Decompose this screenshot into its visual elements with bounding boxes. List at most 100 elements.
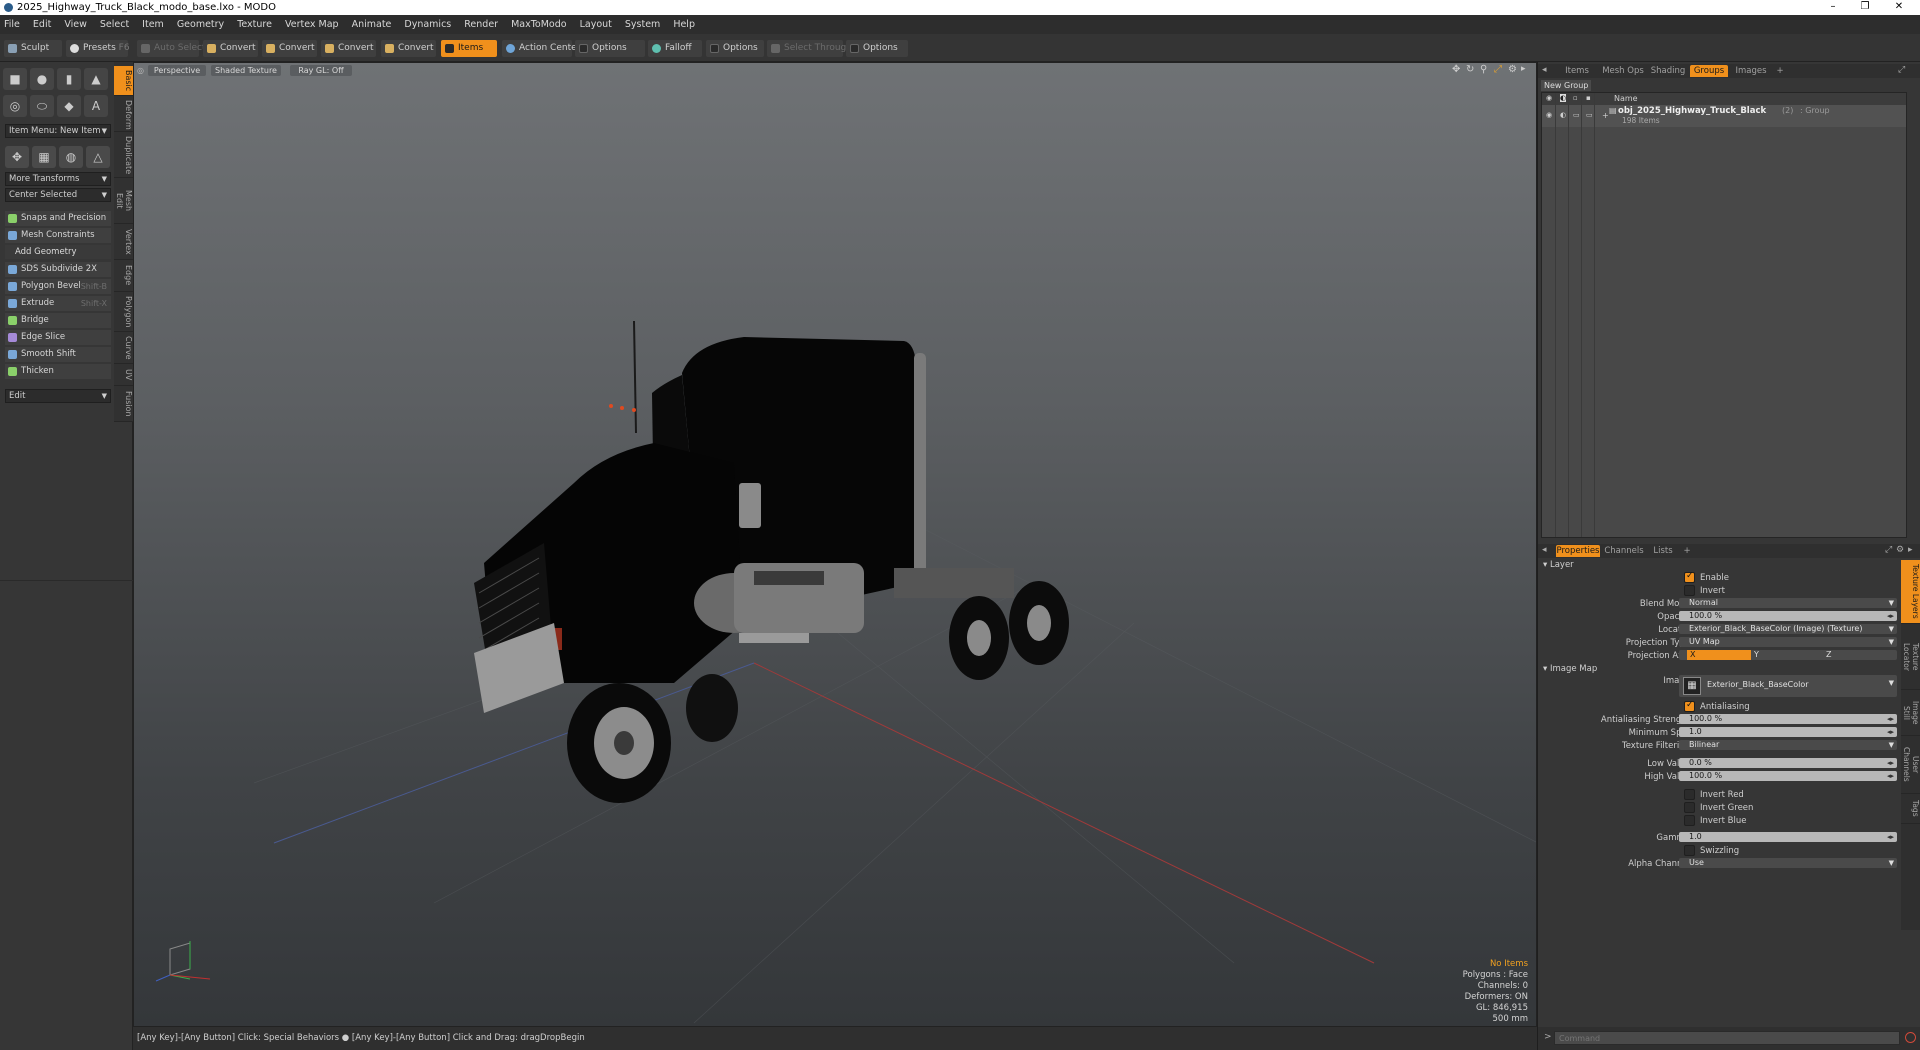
text-icon[interactable]: A [84,95,108,117]
menu-select[interactable]: Select [100,19,129,30]
aa-strength-field[interactable]: 100.0 % ◂▸ [1679,714,1897,724]
stepper-icon[interactable]: ◂▸ [1887,727,1894,737]
invert-checkbox[interactable] [1684,585,1695,596]
select-toggle-icon[interactable]: ▭ [1586,111,1593,119]
stepper-icon[interactable]: ◂▸ [1887,611,1894,621]
tab-properties[interactable]: Properties [1556,545,1600,557]
invert-red-checkbox[interactable] [1684,789,1695,800]
layer-section-header[interactable]: ▾ Layer [1543,560,1574,570]
projection-type-select[interactable]: UV Map ▼ [1679,637,1897,647]
tab-channels[interactable]: Channels [1603,545,1645,557]
sphere-icon[interactable]: ● [30,68,54,90]
truck-model[interactable] [474,320,1069,803]
grid-icon[interactable]: ▦ [32,146,56,168]
falloff-button[interactable]: Falloff [648,40,702,57]
globe-icon[interactable]: ◍ [59,146,83,168]
invert-green-checkbox[interactable] [1684,802,1695,813]
texture-filtering-select[interactable]: Bilinear ▼ [1679,740,1897,750]
tab-uv[interactable]: UV [114,364,133,386]
axis-x-button[interactable]: X [1687,650,1751,660]
alpha-channel-select[interactable]: Use ▼ [1679,858,1897,868]
tab-mesh-ops[interactable]: Mesh Ops [1600,65,1646,77]
options-button-1[interactable]: Options [575,40,645,57]
blend-mode-select[interactable]: Normal ▼ [1679,598,1897,608]
tab-vertex[interactable]: Vertex [114,224,133,260]
menu-render[interactable]: Render [464,19,498,30]
record-icon[interactable] [1905,1032,1916,1043]
tab-texture-locator[interactable]: Texture Locator [1901,624,1920,690]
visibility-toggle-icon[interactable]: ◉ [1546,111,1552,119]
select-icon[interactable]: ▪ [1586,94,1591,102]
menu-maxtomodo[interactable]: MaxToModo [511,19,567,30]
sculpt-button[interactable]: Sculpt [4,40,62,57]
close-button[interactable]: ✕ [1884,0,1914,15]
invert-blue-checkbox[interactable] [1684,815,1695,826]
add-tab-button[interactable]: + [1681,545,1693,557]
menu-help[interactable]: Help [673,19,695,30]
smooth-shift-button[interactable]: Smooth Shift [5,347,111,362]
stepper-icon[interactable]: ◂▸ [1887,714,1894,724]
menu-file[interactable]: File [4,19,20,30]
axis-y-button[interactable]: Y [1751,650,1823,660]
torus-icon[interactable]: ◎ [3,95,27,117]
render-toggle-icon[interactable]: ◐ [1560,111,1566,119]
tab-groups[interactable]: Groups [1690,65,1728,77]
action-center-button[interactable]: Action Center [502,40,580,57]
tab-polygon[interactable]: Polygon [114,292,133,332]
group-row[interactable]: ◉ ◐ ▭ ▭ + ▤ obj_2025_Highway_Truck_Black… [1542,105,1906,127]
mesh-constraints-button[interactable]: Mesh Constraints [5,228,111,243]
command-input[interactable] [1554,1031,1900,1045]
maximize-button[interactable]: ❐ [1850,0,1880,15]
sds-subdivide-button[interactable]: SDS Subdivide 2X [5,262,111,277]
enable-checkbox[interactable] [1684,571,1695,583]
minimize-button[interactable]: – [1818,0,1848,15]
options-button-2[interactable]: Options [706,40,764,57]
tab-tags[interactable]: Tags [1901,794,1920,824]
lock-icon[interactable]: ▫ [1573,94,1578,102]
tab-duplicate[interactable]: Duplicate [114,132,133,178]
swizzling-checkbox[interactable] [1684,845,1695,856]
menu-vertex-map[interactable]: Vertex Map [285,19,339,30]
tab-lists[interactable]: Lists [1648,545,1678,557]
item-menu-dropdown[interactable]: Item Menu: New Item ▼ [5,124,111,138]
tab-user-channels[interactable]: User Channels [1901,736,1920,794]
tab-image-still[interactable]: Image Still [1901,690,1920,736]
menu-animate[interactable]: Animate [352,19,392,30]
gamma-field[interactable]: 1.0 ◂▸ [1679,832,1897,842]
tab-items[interactable]: Items [1556,65,1598,77]
tab-texture-layers[interactable]: Texture Layers [1901,560,1920,624]
expand-icon[interactable]: ⤢ [1885,545,1892,555]
convert-button-3[interactable]: Convert [321,40,376,57]
capsule-icon[interactable]: ⬭ [30,95,54,117]
eye-icon[interactable]: ◉ [1546,94,1552,102]
3d-viewport[interactable]: ◎ Perspective Shaded Texture Ray GL: Off… [133,62,1537,1027]
items-mode-button[interactable]: Items [441,40,497,57]
opacity-field[interactable]: 100.0 % ◂▸ [1679,611,1897,621]
pyramid-icon[interactable]: △ [86,146,110,168]
menu-dynamics[interactable]: Dynamics [404,19,451,30]
tab-mesh-edit[interactable]: Mesh Edit [114,178,133,224]
gear-icon[interactable]: ⚙ [1896,545,1904,555]
menu-geometry[interactable]: Geometry [177,19,224,30]
cylinder-icon[interactable]: ▮ [57,68,81,90]
cone-icon[interactable]: ▲ [84,68,108,90]
center-selected-dropdown[interactable]: Center Selected ▼ [5,188,111,202]
minimum-spot-field[interactable]: 1.0 ◂▸ [1679,727,1897,737]
stepper-icon[interactable]: ◂▸ [1887,758,1894,768]
expand-icon[interactable]: ⤢ [1898,65,1905,75]
thicken-button[interactable]: Thicken [5,364,111,379]
tab-fusion[interactable]: Fusion [114,386,133,422]
more-transforms-dropdown[interactable]: More Transforms ▼ [5,172,111,186]
axis-z-button[interactable]: Z [1823,650,1895,660]
auto-select-button[interactable]: Auto Select [137,40,206,57]
add-geometry-header[interactable]: Add Geometry [5,245,111,259]
lock-toggle-icon[interactable]: ▭ [1573,111,1580,119]
polygon-bevel-button[interactable]: Polygon Bevel Shift-B [5,279,111,294]
transform-icon[interactable]: ✥ [5,146,29,168]
menu-item[interactable]: Item [142,19,164,30]
locator-select[interactable]: Exterior_Black_BaseColor (Image) (Textur… [1679,624,1897,634]
chevron-right-icon[interactable]: ▸ [1908,545,1913,555]
new-group-button[interactable]: New Group [1541,80,1591,91]
menu-edit[interactable]: Edit [33,19,51,30]
snaps-precision-button[interactable]: Snaps and Precision [5,211,111,226]
